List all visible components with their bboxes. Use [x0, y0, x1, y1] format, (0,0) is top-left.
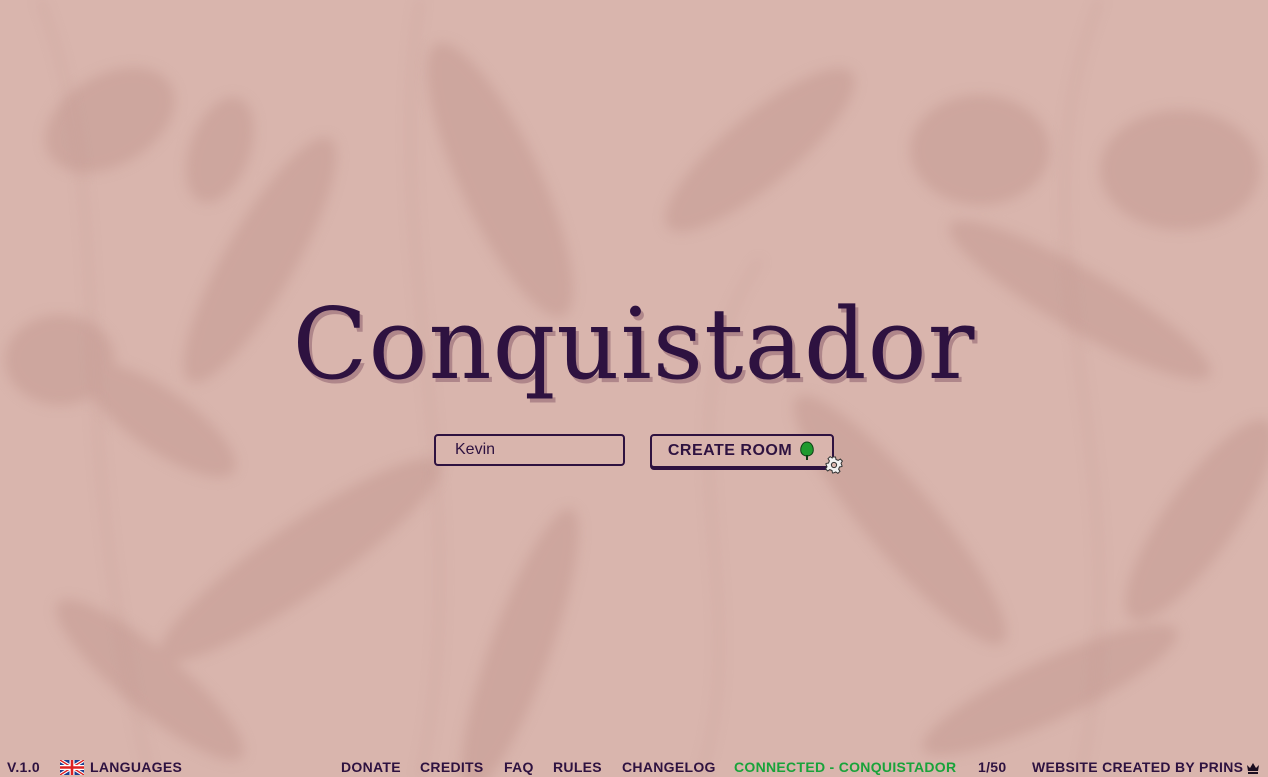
- languages-button[interactable]: LANGUAGES: [60, 758, 182, 777]
- rules-link[interactable]: RULES: [553, 758, 602, 777]
- donate-link[interactable]: DONATE: [341, 758, 401, 777]
- creator-label: WEBSITE CREATED BY PRINS: [1032, 759, 1244, 775]
- player-count: 1/50: [978, 759, 1007, 775]
- create-room-label: CREATE ROOM: [667, 442, 793, 459]
- player-name-input[interactable]: [434, 434, 625, 466]
- credits-link[interactable]: CREDITS: [420, 758, 484, 777]
- version-label: V.1.0: [7, 759, 40, 775]
- creator-link[interactable]: WEBSITE CREATED BY PRINS: [1032, 758, 1260, 777]
- gear-icon[interactable]: [824, 455, 844, 475]
- connection-status: CONNECTED - CONQUISTADOR: [734, 759, 957, 775]
- uk-flag-icon: [60, 760, 84, 775]
- changelog-link[interactable]: CHANGELOG: [622, 758, 716, 777]
- languages-label: LANGUAGES: [90, 759, 183, 775]
- faq-link[interactable]: FAQ: [504, 758, 534, 777]
- create-room-button[interactable]: CREATE ROOM: [650, 434, 834, 468]
- footer-bar: V.1.0 LANGUAGES DONATE CREDITS FAQ RULES…: [0, 756, 1268, 777]
- tree-icon: [800, 441, 814, 460]
- crown-icon: [1247, 763, 1260, 774]
- app-title: Conquistador: [292, 288, 976, 402]
